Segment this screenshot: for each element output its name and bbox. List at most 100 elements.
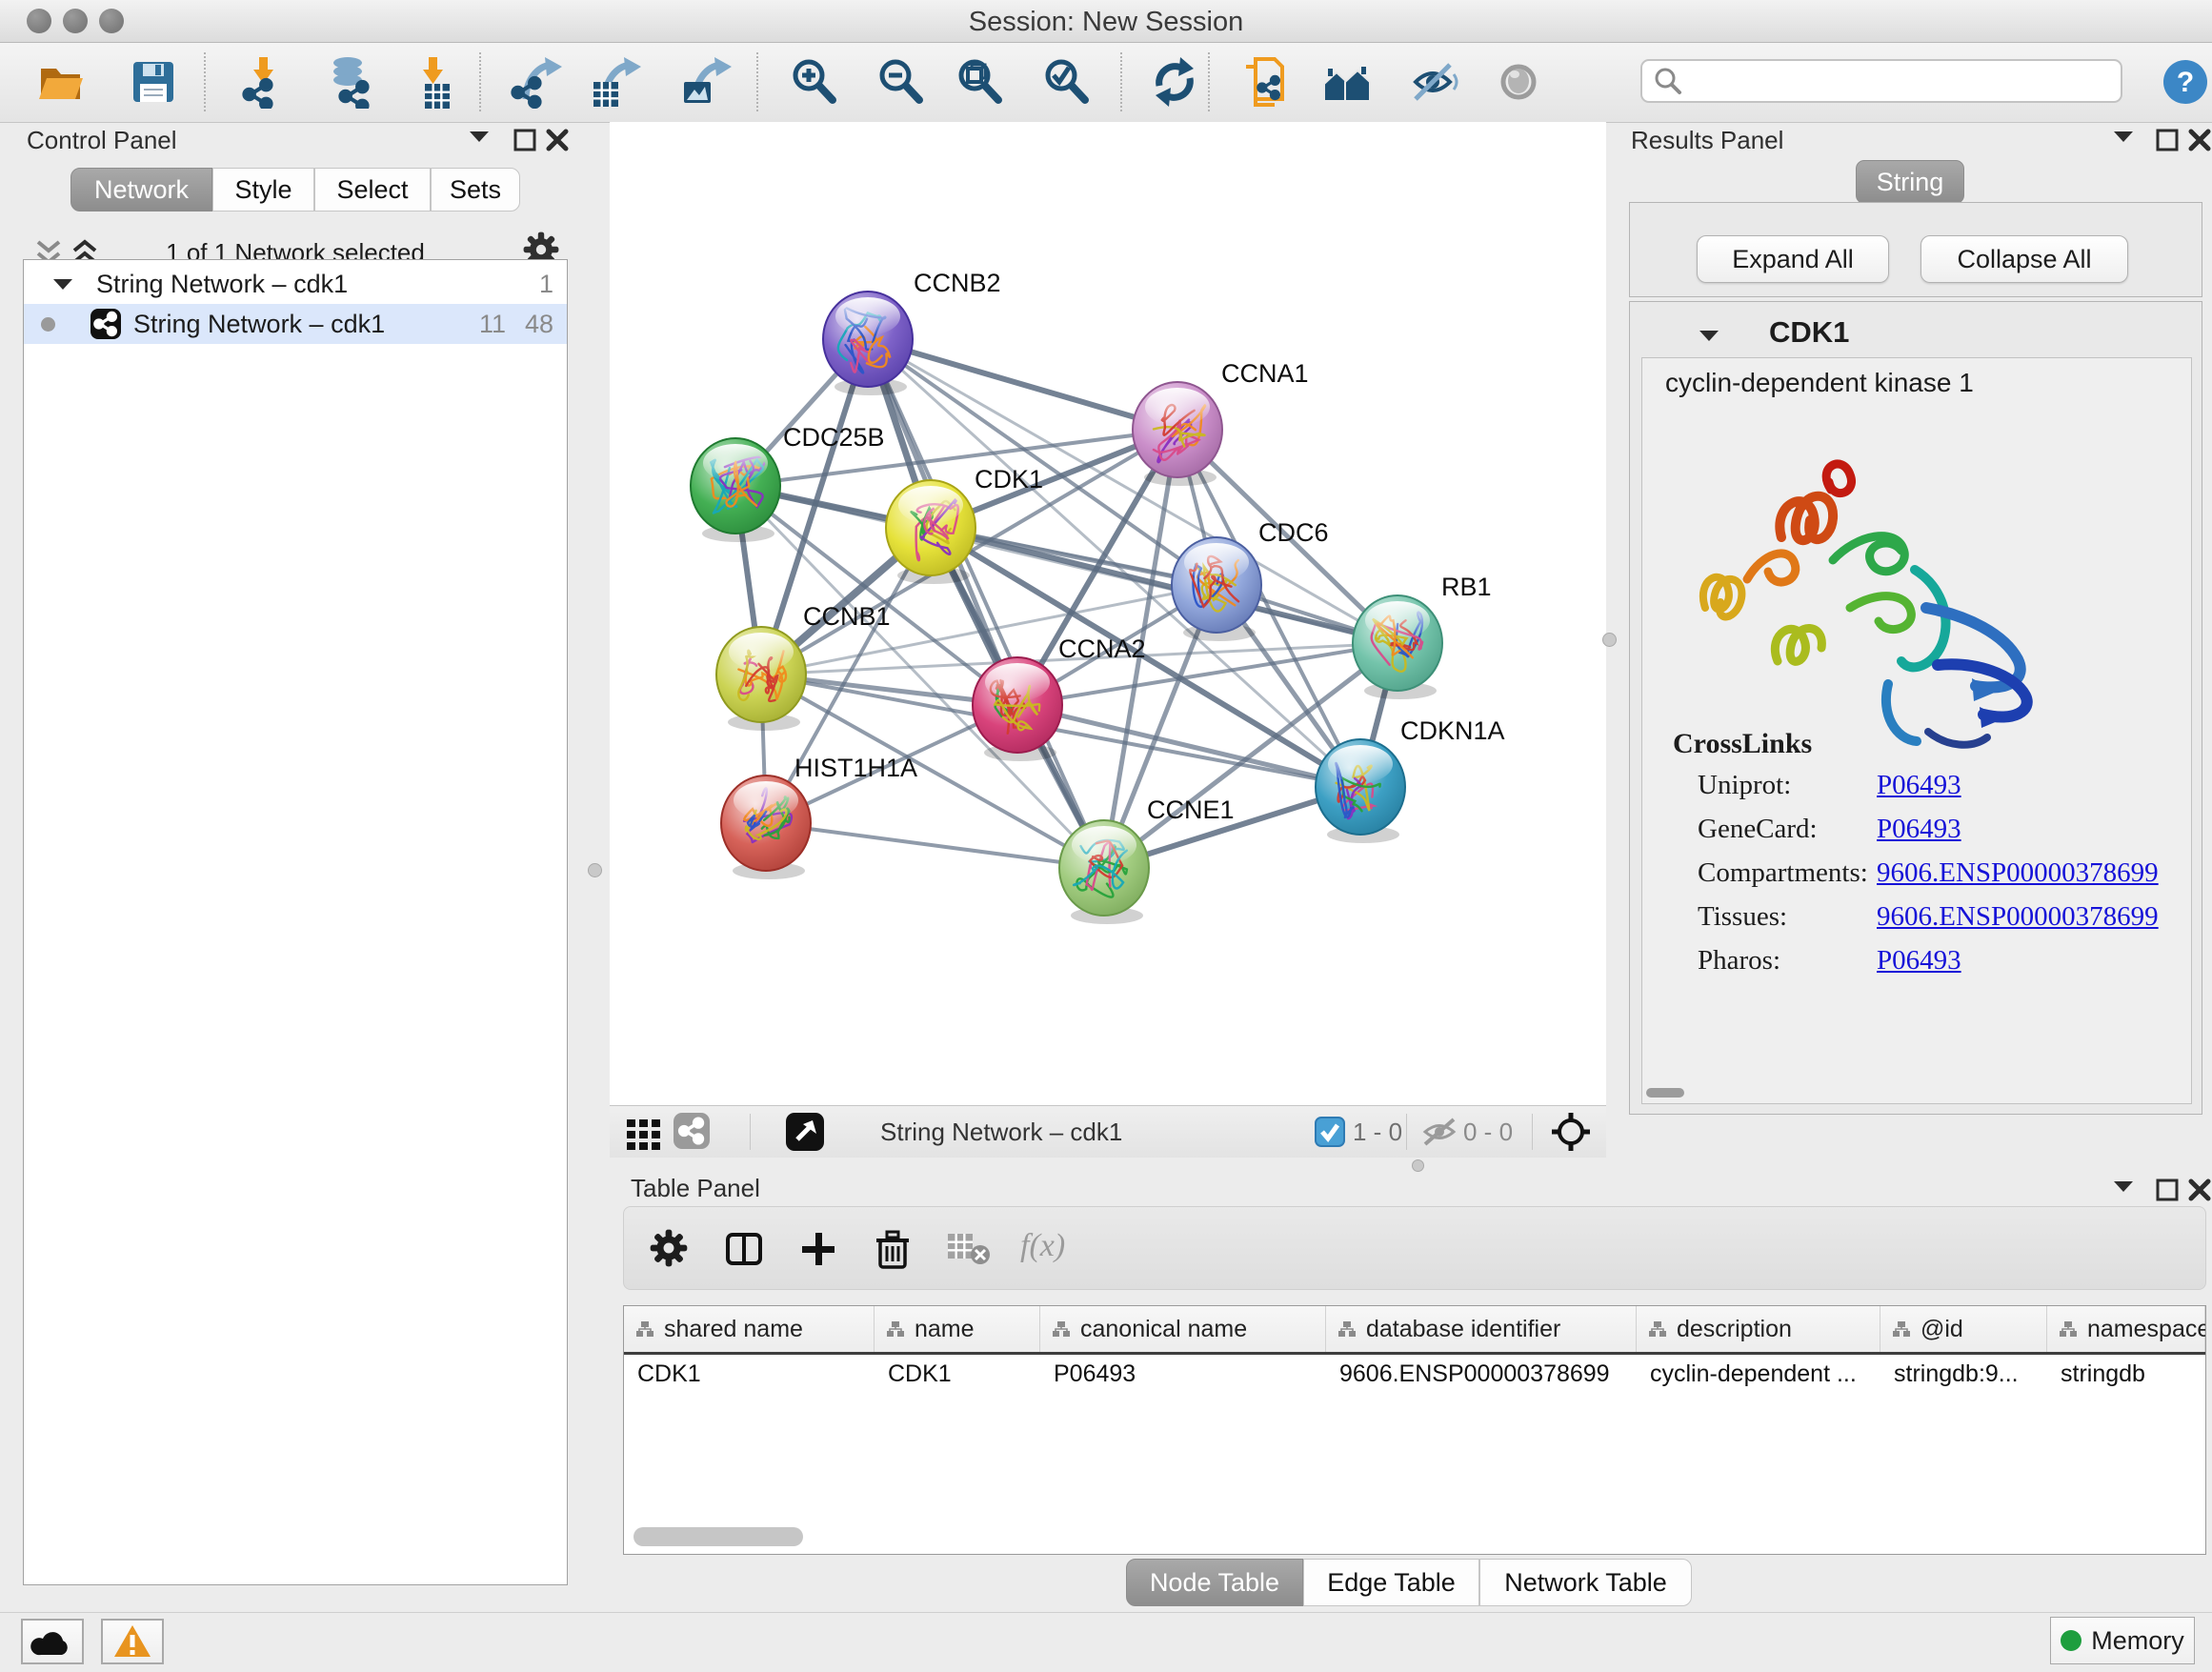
results-panel-float-icon[interactable]: [2155, 128, 2187, 152]
fit-selected-crosshair-icon[interactable]: [1551, 1112, 1591, 1152]
cloud-button[interactable]: [21, 1619, 84, 1664]
column-header-description[interactable]: description: [1637, 1306, 1880, 1352]
column-header-name[interactable]: name: [875, 1306, 1040, 1352]
export-network-icon[interactable]: [511, 55, 564, 109]
zoom-selected-icon[interactable]: [1040, 55, 1094, 109]
crosslink-link[interactable]: P06493: [1877, 945, 1961, 977]
export-image-icon[interactable]: [680, 55, 734, 109]
node-CCNA1[interactable]: [1133, 382, 1222, 486]
tab-network[interactable]: Network: [70, 168, 212, 212]
table-cell[interactable]: cyclin-dependent ...: [1650, 1356, 1875, 1392]
table-cell[interactable]: CDK1: [888, 1356, 1035, 1392]
crosslink-link[interactable]: 9606.ENSP00000378699: [1877, 857, 2159, 889]
column-header-database-identifier[interactable]: database identifier: [1326, 1306, 1637, 1352]
share-file-icon[interactable]: [1238, 55, 1292, 109]
function-builder-icon: f(x): [1020, 1228, 1065, 1264]
export-table-icon[interactable]: [590, 55, 643, 109]
node-HIST1H1A[interactable]: [721, 776, 811, 879]
import-network-file-icon[interactable]: [238, 55, 292, 109]
help-button[interactable]: ?: [2162, 59, 2208, 105]
search-box[interactable]: [1640, 59, 2122, 103]
bottom-splitter-handle[interactable]: [1412, 1159, 1424, 1172]
memory-button[interactable]: Memory: [2050, 1617, 2195, 1664]
collapse-all-button[interactable]: Collapse All: [1920, 235, 2128, 283]
control-panel-float-icon[interactable]: [513, 128, 545, 152]
node-CCNE1[interactable]: [1059, 820, 1149, 924]
node-CDC25B[interactable]: [691, 438, 780, 542]
tab-style[interactable]: Style: [212, 168, 314, 212]
control-panel-close-icon[interactable]: [545, 128, 577, 152]
network-row[interactable]: String Network – cdk1 11 48: [24, 304, 567, 344]
collection-expander-icon[interactable]: [52, 277, 73, 291]
results-panel-close-icon[interactable]: [2187, 128, 2212, 152]
column-header--id[interactable]: @id: [1880, 1306, 2047, 1352]
memory-status-dot: [2061, 1630, 2081, 1651]
zoom-in-icon[interactable]: [788, 55, 841, 109]
import-table-file-icon[interactable]: [408, 55, 461, 109]
node-RB1[interactable]: [1353, 595, 1442, 699]
node-label-RB1: RB1: [1441, 573, 1492, 601]
string-view-icon[interactable]: [673, 1112, 711, 1150]
string-network-icon: [90, 308, 122, 340]
node-CDKN1A[interactable]: [1316, 739, 1405, 843]
table-panel-menu-icon[interactable]: [2113, 1179, 2145, 1204]
gene-card: CDK1 cyclin-dependent kinase 1 Cro: [1629, 301, 2202, 1115]
edge-CCNB2-CCNE1[interactable]: [868, 339, 1104, 868]
grid-view-icon[interactable]: [623, 1114, 665, 1156]
zoom-out-icon[interactable]: [875, 55, 928, 109]
node-CCNB2[interactable]: [823, 292, 913, 395]
delete-column-icon[interactable]: [872, 1228, 914, 1270]
table-gear-icon[interactable]: [649, 1228, 689, 1268]
crosslink-link[interactable]: 9606.ENSP00000378699: [1877, 901, 2159, 933]
control-panel-menu-icon[interactable]: [469, 130, 501, 154]
hide-graphics-details-icon[interactable]: [1406, 55, 1459, 109]
selected-count: 1 - 0: [1353, 1118, 1402, 1147]
crosslink-link[interactable]: P06493: [1877, 770, 1961, 801]
birdseye-view-icon[interactable]: [785, 1112, 825, 1152]
import-network-database-icon[interactable]: [321, 55, 374, 109]
show-graphics-details-icon: [1492, 55, 1545, 109]
show-columns-icon[interactable]: [723, 1228, 765, 1270]
column-header-namespace[interactable]: namespace: [2047, 1306, 2205, 1352]
zoom-fit-icon[interactable]: [954, 55, 1007, 109]
table-panel-float-icon[interactable]: [2155, 1178, 2187, 1202]
tab-sets[interactable]: Sets: [431, 168, 520, 212]
home-icon[interactable]: [1320, 55, 1374, 109]
table-horizontal-scrollbar[interactable]: [633, 1527, 803, 1546]
save-session-icon[interactable]: [127, 55, 180, 109]
tab-node-table[interactable]: Node Table: [1126, 1559, 1303, 1606]
expand-all-button[interactable]: Expand All: [1697, 235, 1889, 283]
tab-string[interactable]: String: [1856, 160, 1964, 204]
table-cell[interactable]: P06493: [1054, 1356, 1320, 1392]
right-splitter-handle[interactable]: [1602, 633, 1617, 647]
refresh-view-icon[interactable]: [1148, 55, 1201, 109]
node-table[interactable]: shared namenamecanonical namedatabase id…: [623, 1305, 2206, 1555]
tab-select[interactable]: Select: [314, 168, 431, 212]
tab-edge-table[interactable]: Edge Table: [1303, 1559, 1479, 1606]
crosslink-link[interactable]: P06493: [1877, 814, 1961, 845]
network-canvas[interactable]: CCNB2CCNA1CDC25BCDK1CDC6RB1CCNB1CCNA2CDK…: [610, 122, 1606, 1105]
table-cell[interactable]: 9606.ENSP00000378699: [1339, 1356, 1631, 1392]
column-header-canonical-name[interactable]: canonical name: [1040, 1306, 1326, 1352]
left-splitter-handle[interactable]: [588, 863, 602, 877]
tab-network-table[interactable]: Network Table: [1479, 1559, 1692, 1606]
selected-checkbox-icon[interactable]: [1315, 1117, 1345, 1147]
open-session-icon[interactable]: [35, 55, 89, 109]
table-cell[interactable]: stringdb: [2061, 1356, 2200, 1392]
search-input[interactable]: [1684, 66, 2098, 97]
network-view-title: String Network – cdk1: [880, 1118, 1122, 1147]
add-column-icon[interactable]: [797, 1228, 839, 1270]
edge-HIST1H1A-CCNE1[interactable]: [766, 823, 1104, 868]
gene-card-scrollbar[interactable]: [1646, 1088, 1684, 1098]
table-cell[interactable]: CDK1: [637, 1356, 869, 1392]
table-panel-close-icon[interactable]: [2187, 1178, 2212, 1202]
results-panel-menu-icon[interactable]: [2113, 130, 2145, 154]
edge-CCNB2-CCNA1[interactable]: [868, 339, 1177, 430]
node-CCNB1[interactable]: [716, 627, 806, 731]
network-collection-row[interactable]: String Network – cdk1 1: [24, 264, 567, 304]
warning-button[interactable]: [101, 1619, 164, 1664]
table-cell[interactable]: stringdb:9...: [1894, 1356, 2041, 1392]
gene-expander-icon[interactable]: [1699, 329, 1719, 342]
column-header-shared-name[interactable]: shared name: [624, 1306, 875, 1352]
table-toolbar: f(x): [623, 1206, 2206, 1290]
